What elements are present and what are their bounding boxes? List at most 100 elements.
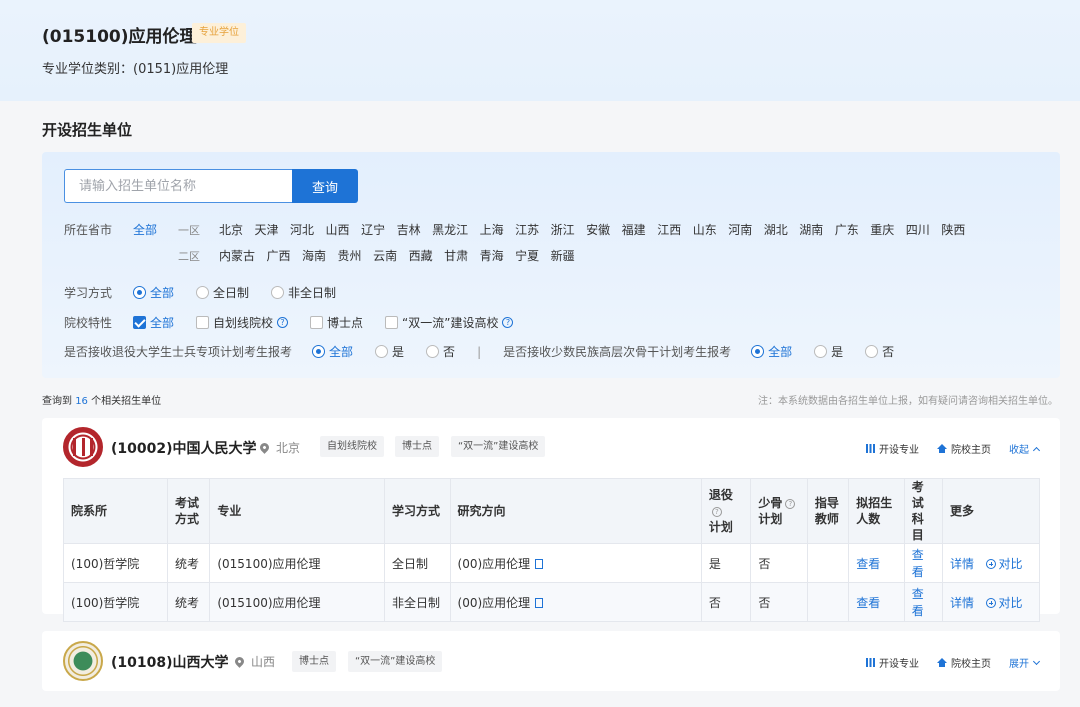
school-option-phd[interactable]: 博士点 [310, 314, 363, 331]
province-option[interactable]: 河南 [728, 221, 752, 238]
province-option[interactable]: 陕西 [941, 221, 965, 238]
province-option[interactable]: 四川 [906, 221, 930, 238]
page-header: (015100)应用伦理 专业学位 专业学位类别：(0151)应用伦理 [0, 0, 1080, 101]
province-option[interactable]: 北京 [219, 221, 243, 238]
open-majors-link[interactable]: 开设专业 [866, 441, 919, 456]
study-option-parttime[interactable]: 非全日制 [271, 284, 336, 301]
data-source-note: 注：本系统数据由各招生单位上报，如有疑问请咨询相关招生单位。 [758, 396, 1058, 407]
col-more: 更多 [942, 478, 1040, 544]
view-subjects-link[interactable]: 查看 [903, 582, 944, 622]
add-circle-icon [985, 559, 996, 569]
view-subjects-link[interactable]: 查看 [903, 543, 944, 583]
province-option[interactable]: 云南 [373, 247, 397, 264]
bar-chart-icon [866, 658, 875, 667]
radio-checked-icon [751, 345, 765, 358]
school-home-link[interactable]: 院校主页 [937, 655, 991, 670]
province-option[interactable]: 海南 [302, 247, 326, 264]
province-option[interactable]: 内蒙古 [219, 247, 255, 264]
study-option-all[interactable]: 全部 [133, 284, 174, 301]
checkbox-icon [310, 316, 324, 329]
school-option-self-line[interactable]: 自划线院校? [196, 314, 289, 331]
province-option[interactable]: 吉林 [397, 221, 421, 238]
province-option[interactable]: 新疆 [551, 247, 575, 264]
university-location: 北京 [258, 439, 300, 456]
school-option-double-first-class[interactable]: “双一流”建设高校? [385, 314, 514, 331]
view-enroll-link[interactable]: 查看 [848, 543, 905, 583]
province-option[interactable]: 浙江 [551, 221, 575, 238]
minority-option-yes[interactable]: 是 [814, 343, 843, 360]
province-option[interactable]: 宁夏 [515, 247, 539, 264]
degree-type-badge: 专业学位 [192, 23, 246, 43]
radio-icon [426, 345, 440, 358]
radio-icon [196, 286, 210, 299]
province-option[interactable]: 安徽 [586, 221, 610, 238]
chevron-down-icon [1032, 657, 1041, 665]
checkbox-icon [196, 316, 210, 329]
province-option[interactable]: 山东 [693, 221, 717, 238]
province-option[interactable]: 湖北 [764, 221, 788, 238]
university-name[interactable]: (10108)山西大学 [111, 652, 229, 672]
expand-toggle[interactable]: 展开 [1009, 655, 1041, 670]
province-option[interactable]: 山西 [326, 221, 350, 238]
home-icon [937, 444, 947, 453]
veteran-option-no[interactable]: 否 [426, 343, 455, 360]
open-majors-link[interactable]: 开设专业 [866, 655, 919, 670]
province-option[interactable]: 重庆 [870, 221, 894, 238]
help-icon[interactable]: ? [502, 317, 514, 328]
province-option[interactable]: 江苏 [515, 221, 539, 238]
study-option-fulltime[interactable]: 全日制 [196, 284, 249, 301]
help-icon[interactable]: ? [785, 498, 796, 509]
page-title: (015100)应用伦理 [42, 27, 197, 47]
province-option[interactable]: 湖南 [799, 221, 823, 238]
veteran-option-yes[interactable]: 是 [375, 343, 404, 360]
province-option[interactable]: 西藏 [409, 247, 433, 264]
province-option[interactable]: 贵州 [338, 247, 362, 264]
province-option[interactable]: 黑龙江 [432, 221, 468, 238]
col-advisor: 指导 教师 [806, 478, 850, 544]
province-option[interactable]: 福建 [622, 221, 646, 238]
province-option[interactable]: 天津 [255, 221, 279, 238]
detail-link[interactable]: 详情 [950, 557, 974, 571]
help-icon[interactable]: ? [711, 506, 722, 517]
university-card: (10002)中国人民大学 北京 自划线院校 博士点 “双一流”建设高校 开设专… [42, 418, 1060, 622]
col-direction: 研究方向 [449, 478, 702, 544]
search-button[interactable]: 查询 [292, 169, 358, 203]
col-veteran: 退役? 计划 [700, 478, 752, 544]
province-all-option[interactable]: 全部 [133, 221, 157, 238]
school-option-all[interactable]: 全部 [133, 314, 174, 331]
university-name[interactable]: (10002)中国人民大学 [111, 438, 257, 458]
collapse-toggle[interactable]: 收起 [1009, 441, 1041, 456]
document-icon[interactable] [535, 559, 544, 569]
province-option[interactable]: 上海 [480, 221, 504, 238]
radio-icon [814, 345, 828, 358]
province-option[interactable]: 广东 [835, 221, 859, 238]
compare-link[interactable]: 对比 [985, 557, 1023, 571]
chevron-up-icon [1032, 446, 1041, 454]
province-option[interactable]: 广西 [267, 247, 291, 264]
province-option[interactable]: 辽宁 [361, 221, 385, 238]
radio-checked-icon [312, 345, 326, 358]
search-input[interactable] [64, 169, 292, 203]
compare-link[interactable]: 对比 [985, 596, 1023, 610]
table-row: (100)哲学院 统考 (015100)应用伦理 非全日制 (00)应用伦理 否… [63, 582, 1040, 622]
document-icon[interactable] [535, 598, 544, 608]
veteran-plan-label: 是否接收退役大学生士兵专项计划考生报考 [64, 345, 293, 359]
table-row: (100)哲学院 统考 (015100)应用伦理 全日制 (00)应用伦理 是 … [63, 543, 1040, 583]
detail-link[interactable]: 详情 [950, 596, 974, 610]
minority-option-all[interactable]: 全部 [751, 343, 792, 360]
zone1-province-list: 北京 天津 河北 山西 辽宁 吉林 黑龙江 上海 江苏 浙江 安徽 福建 江西 山东 河南 湖北 湖南 广东 重庆四… [219, 221, 977, 238]
help-icon[interactable]: ? [277, 317, 289, 328]
add-circle-icon [985, 598, 996, 608]
province-option[interactable]: 青海 [480, 247, 504, 264]
veteran-option-all[interactable]: 全部 [312, 343, 353, 360]
special-plan-options: 是否接收退役大学生士兵专项计划考生报考 全部 是 否 | 是否接收少数民族高层次… [64, 343, 894, 360]
location-pin-icon [233, 655, 246, 668]
minority-option-no[interactable]: 否 [865, 343, 894, 360]
province-option[interactable]: 江西 [657, 221, 681, 238]
school-home-link[interactable]: 院校主页 [937, 441, 991, 456]
radio-icon [271, 286, 285, 299]
view-enroll-link[interactable]: 查看 [848, 582, 905, 622]
province-option[interactable]: 河北 [290, 221, 314, 238]
province-option[interactable]: 甘肃 [444, 247, 468, 264]
home-icon [937, 658, 947, 667]
